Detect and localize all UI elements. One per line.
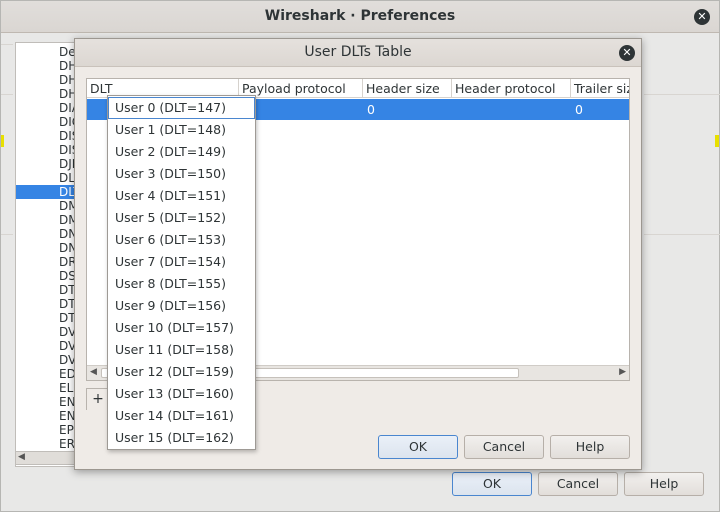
dropdown-option[interactable]: User 7 (DLT=154) [108,251,255,273]
preferences-titlebar[interactable]: Wireshark · Preferences ✕ [1,1,719,33]
preferences-help-button[interactable]: Help [624,472,704,496]
tree-item[interactable]: EP [59,423,74,437]
right-edge-divider [644,94,720,95]
column-header-trailer-size[interactable]: Trailer size [571,79,629,98]
preferences-cancel-button[interactable]: Cancel [538,472,618,496]
column-header-header-protocol[interactable]: Header protocol [452,79,571,98]
dropdown-option[interactable]: User 14 (DLT=161) [108,405,255,427]
tree-item[interactable]: DLT [16,185,78,199]
dropdown-option[interactable]: User 0 (DLT=147) [108,97,255,119]
plus-icon: + [92,391,104,407]
dropdown-option[interactable]: User 1 (DLT=148) [108,119,255,141]
user-dlts-title: User DLTs Table [304,44,412,60]
preferences-ok-button[interactable]: OK [452,472,532,496]
cell-header-protocol[interactable] [452,99,571,120]
left-edge-divider [1,234,13,235]
dropdown-option[interactable]: User 10 (DLT=157) [108,317,255,339]
left-edge-divider [1,44,13,45]
tree-item[interactable]: DJI [59,157,75,171]
triangle-left-icon[interactable]: ◀ [18,452,25,462]
dialog-close-icon[interactable]: ✕ [619,45,635,61]
dialog-cancel-button[interactable]: Cancel [464,435,544,459]
protocol-tree[interactable]: De DH DH DH DIA DIC DIS DIS DJI DL DLT DM DM DN DN DR DS… [15,42,79,467]
dropdown-option[interactable]: User 8 (DLT=155) [108,273,255,295]
dropdown-option[interactable]: User 13 (DLT=160) [108,383,255,405]
right-edge-highlight [715,135,719,147]
dlt-dropdown-list[interactable]: User 0 (DLT=147) User 1 (DLT=148) User 2 (… [107,95,256,450]
triangle-left-icon[interactable]: ◀ [90,367,97,377]
right-edge-divider [644,234,720,235]
dropdown-option[interactable]: User 2 (DLT=149) [108,141,255,163]
dropdown-option[interactable]: User 5 (DLT=152) [108,207,255,229]
cell-trailer-size[interactable]: 0 [571,99,629,120]
preferences-title: Wireshark · Preferences [264,8,456,24]
column-header-payload-protocol[interactable]: Payload protocol [239,79,363,98]
dropdown-option[interactable]: User 12 (DLT=159) [108,361,255,383]
dialog-help-button[interactable]: Help [550,435,630,459]
dialog-ok-button[interactable]: OK [378,435,458,459]
left-edge-highlight [1,135,4,147]
column-header-header-size[interactable]: Header size [363,79,452,98]
dropdown-option[interactable]: User 4 (DLT=151) [108,185,255,207]
dropdown-option[interactable]: User 3 (DLT=150) [108,163,255,185]
triangle-right-icon[interactable]: ▶ [619,367,626,377]
dropdown-option[interactable]: User 9 (DLT=156) [108,295,255,317]
user-dlts-titlebar[interactable]: User DLTs Table ✕ [75,39,641,67]
dropdown-option[interactable]: User 6 (DLT=153) [108,229,255,251]
cell-header-size[interactable]: 0 [363,99,452,120]
preferences-close-icon[interactable]: ✕ [694,9,710,25]
tree-item[interactable]: ER [59,437,75,451]
cell-payload-protocol[interactable] [239,99,363,120]
left-edge-divider [1,94,13,95]
dropdown-option[interactable]: User 15 (DLT=162) [108,427,255,449]
tree-item[interactable]: DL [59,171,75,185]
tree-horizontal-scrollbar[interactable]: ◀ [15,451,79,465]
dropdown-option[interactable]: User 11 (DLT=158) [108,339,255,361]
